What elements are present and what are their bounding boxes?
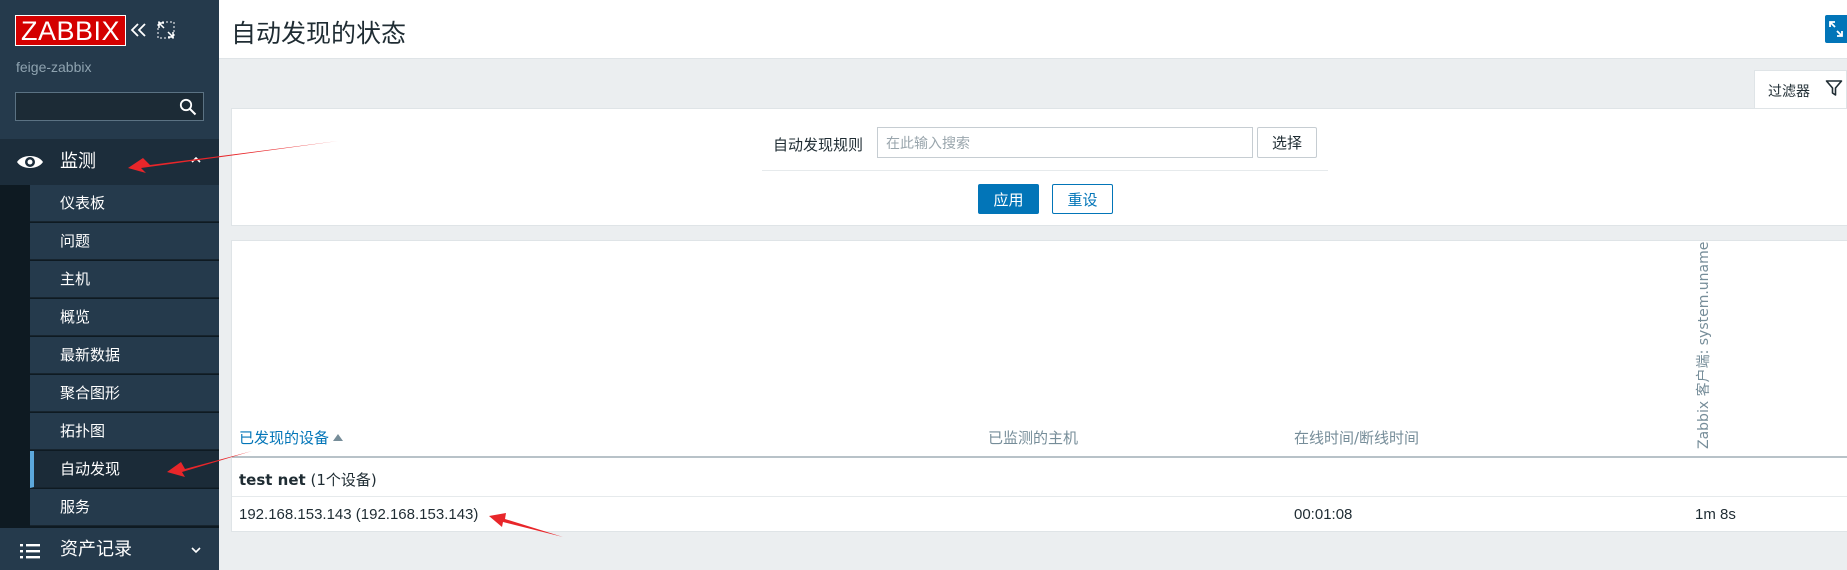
sidebar-item-latest-data[interactable]: 最新数据 [30,337,219,374]
discovery-rule-group-row: test net (1个设备) [239,469,377,490]
sidebar-item-overview[interactable]: 概览 [30,299,219,336]
sidebar-item-discovery[interactable]: 自动发现 [30,451,219,488]
filter-tab[interactable]: 过滤器 [1754,70,1847,108]
select-button[interactable]: 选择 [1257,127,1317,158]
device-cell: 192.168.153.143 (192.168.153.143) [239,506,479,523]
column-header-monitored-host: 已监测的主机 [988,429,1079,447]
logo-row: ZABBIX [15,15,205,50]
filter-tab-label: 过滤器 [1768,84,1810,100]
expand-sidebar-icon[interactable] [155,19,177,41]
menu-section-inventory[interactable]: 资产记录 [0,530,219,570]
sidebar-search [15,92,204,121]
sidebar-search-input[interactable] [16,93,176,120]
column-header-uptime-downtime: 在线时间/断线时间 [1294,429,1420,447]
zabbix-logo[interactable]: ZABBIX [15,15,127,46]
row-divider [232,496,1847,497]
group-count: (1个设备) [310,471,377,489]
sidebar-item-problems[interactable]: 问题 [30,223,219,260]
check-cell: 1m 8s [1695,506,1736,523]
apply-button[interactable]: 应用 [978,184,1039,214]
list-icon [20,544,40,559]
filter-panel: 自动发现规则 选择 应用 重设 [231,108,1847,226]
discovery-rule-label: 自动发现规则 [773,136,864,154]
column-header-check: Zabbix 客户端: system.uname [1696,242,1717,449]
discovery-rule-input[interactable] [877,127,1253,158]
fullscreen-icon [1829,21,1843,37]
monitoring-submenu: 仪表板 问题 主机 概览 最新数据 聚合图形 拓扑图 自动发现 服务 [0,185,219,528]
uptime-cell: 00:01:08 [1294,506,1353,523]
sidebar-item-graphs[interactable]: 聚合图形 [30,375,219,412]
filter-icon [1825,80,1843,96]
column-header-label: 已发现的设备 [239,429,330,447]
server-name: feige-zabbix [16,59,92,75]
menu-section-label: 监测 [60,151,96,172]
column-header-check-label: Zabbix 客户端: system.uname [1696,241,1712,449]
discovery-status-table: 已发现的设备 已监测的主机 在线时间/断线时间 Zabbix 客户端: syst… [231,240,1847,532]
sidebar: ZABBIX feige-zabbix 监测 仪表板 问题 主机 概览 最新数据… [0,0,219,570]
header-divider [232,456,1847,458]
chevron-up-icon [191,156,201,163]
sidebar-item-maps[interactable]: 拓扑图 [30,413,219,450]
chevron-down-icon [191,547,201,554]
search-icon[interactable] [179,98,197,116]
menu-section-monitoring[interactable]: 监测 [0,139,219,185]
fullscreen-button[interactable] [1825,15,1847,43]
sidebar-item-dashboard[interactable]: 仪表板 [30,185,219,222]
sidebar-item-services[interactable]: 服务 [30,489,219,526]
collapse-sidebar-icon[interactable] [127,19,149,41]
page-header: 自动发现的状态 [219,0,1847,59]
column-header-discovered-device[interactable]: 已发现的设备 [239,427,344,448]
reset-button[interactable]: 重设 [1052,184,1113,214]
sidebar-item-hosts[interactable]: 主机 [30,261,219,298]
page-title: 自动发现的状态 [231,19,407,48]
group-name: test net [239,471,306,489]
eye-icon [17,156,43,168]
menu-section-label: 资产记录 [60,539,132,560]
filter-divider [762,170,1328,171]
sort-ascending-icon [333,434,344,441]
